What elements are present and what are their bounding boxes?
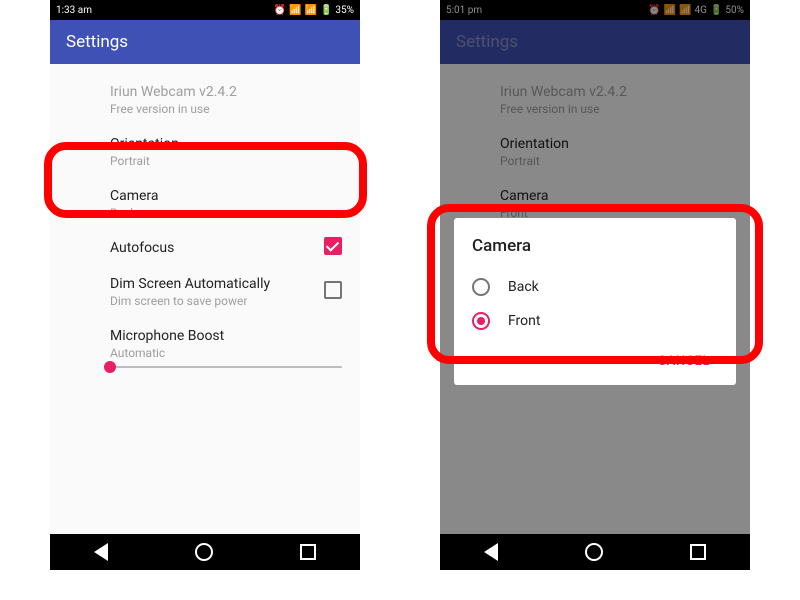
dim-title: Dim Screen Automatically <box>110 276 342 292</box>
radio-front-label: Front <box>508 313 540 329</box>
camera-sub: Back <box>110 206 342 220</box>
phone-left: 1:33 am ⏰ 📶 📶 🔋 35% Settings Iriun Webca… <box>50 0 360 570</box>
radio-front[interactable] <box>472 312 490 330</box>
dialog-title: Camera <box>472 236 718 256</box>
nav-home-button[interactable] <box>585 543 603 561</box>
slider-thumb[interactable] <box>104 361 116 373</box>
nav-home-button[interactable] <box>195 543 213 561</box>
nav-back-button[interactable] <box>94 543 108 561</box>
version-info: Iriun Webcam v2.4.2 Free version in use <box>50 74 360 126</box>
wifi-icon: 📶 <box>289 5 301 16</box>
autofocus-checkbox[interactable] <box>324 237 342 255</box>
radio-option-front[interactable]: Front <box>472 304 718 338</box>
status-bar: 1:33 am ⏰ 📶 📶 🔋 35% <box>50 0 360 20</box>
dim-sub: Dim screen to save power <box>110 294 342 308</box>
nav-bar <box>50 534 360 570</box>
settings-list: Iriun Webcam v2.4.2 Free version in use … <box>50 64 360 378</box>
mic-title: Microphone Boost <box>110 328 342 344</box>
dim-checkbox[interactable] <box>324 281 342 299</box>
camera-dialog: Camera Back Front CANCEL <box>454 218 736 385</box>
autofocus-title: Autofocus <box>110 240 342 256</box>
nav-back-button[interactable] <box>484 543 498 561</box>
mic-row[interactable]: Microphone Boost Automatic <box>50 318 360 364</box>
battery-text: 35% <box>335 5 354 16</box>
nav-recent-button[interactable] <box>690 544 706 560</box>
autofocus-row[interactable]: Autofocus <box>50 230 360 266</box>
nav-recent-button[interactable] <box>300 544 316 560</box>
version-title: Iriun Webcam v2.4.2 <box>110 84 342 100</box>
cancel-button[interactable]: CANCEL <box>650 348 718 375</box>
radio-back[interactable] <box>472 278 490 296</box>
version-sub: Free version in use <box>110 102 342 116</box>
mic-slider[interactable] <box>50 364 360 378</box>
mic-sub: Automatic <box>110 346 342 360</box>
dim-row[interactable]: Dim Screen Automatically Dim screen to s… <box>50 266 360 318</box>
battery-icon: 🔋 <box>320 5 332 16</box>
orientation-title: Orientation <box>110 136 342 152</box>
orientation-sub: Portrait <box>110 154 342 168</box>
camera-row[interactable]: Camera Back <box>50 178 360 230</box>
nav-bar <box>440 534 750 570</box>
radio-back-label: Back <box>508 279 539 295</box>
status-icons: ⏰ 📶 📶 🔋 35% <box>274 5 354 16</box>
app-bar: Settings <box>50 20 360 64</box>
alarm-icon: ⏰ <box>274 5 286 16</box>
camera-title: Camera <box>110 188 342 204</box>
radio-option-back[interactable]: Back <box>472 270 718 304</box>
phone-right: 5:01 pm ⏰ 📶 📶 4G 🔋 50% Settings Iriun We… <box>440 0 750 570</box>
status-time: 1:33 am <box>56 5 92 16</box>
signal-icon: 📶 <box>305 5 317 16</box>
appbar-title: Settings <box>66 32 128 52</box>
orientation-row[interactable]: Orientation Portrait <box>50 126 360 178</box>
